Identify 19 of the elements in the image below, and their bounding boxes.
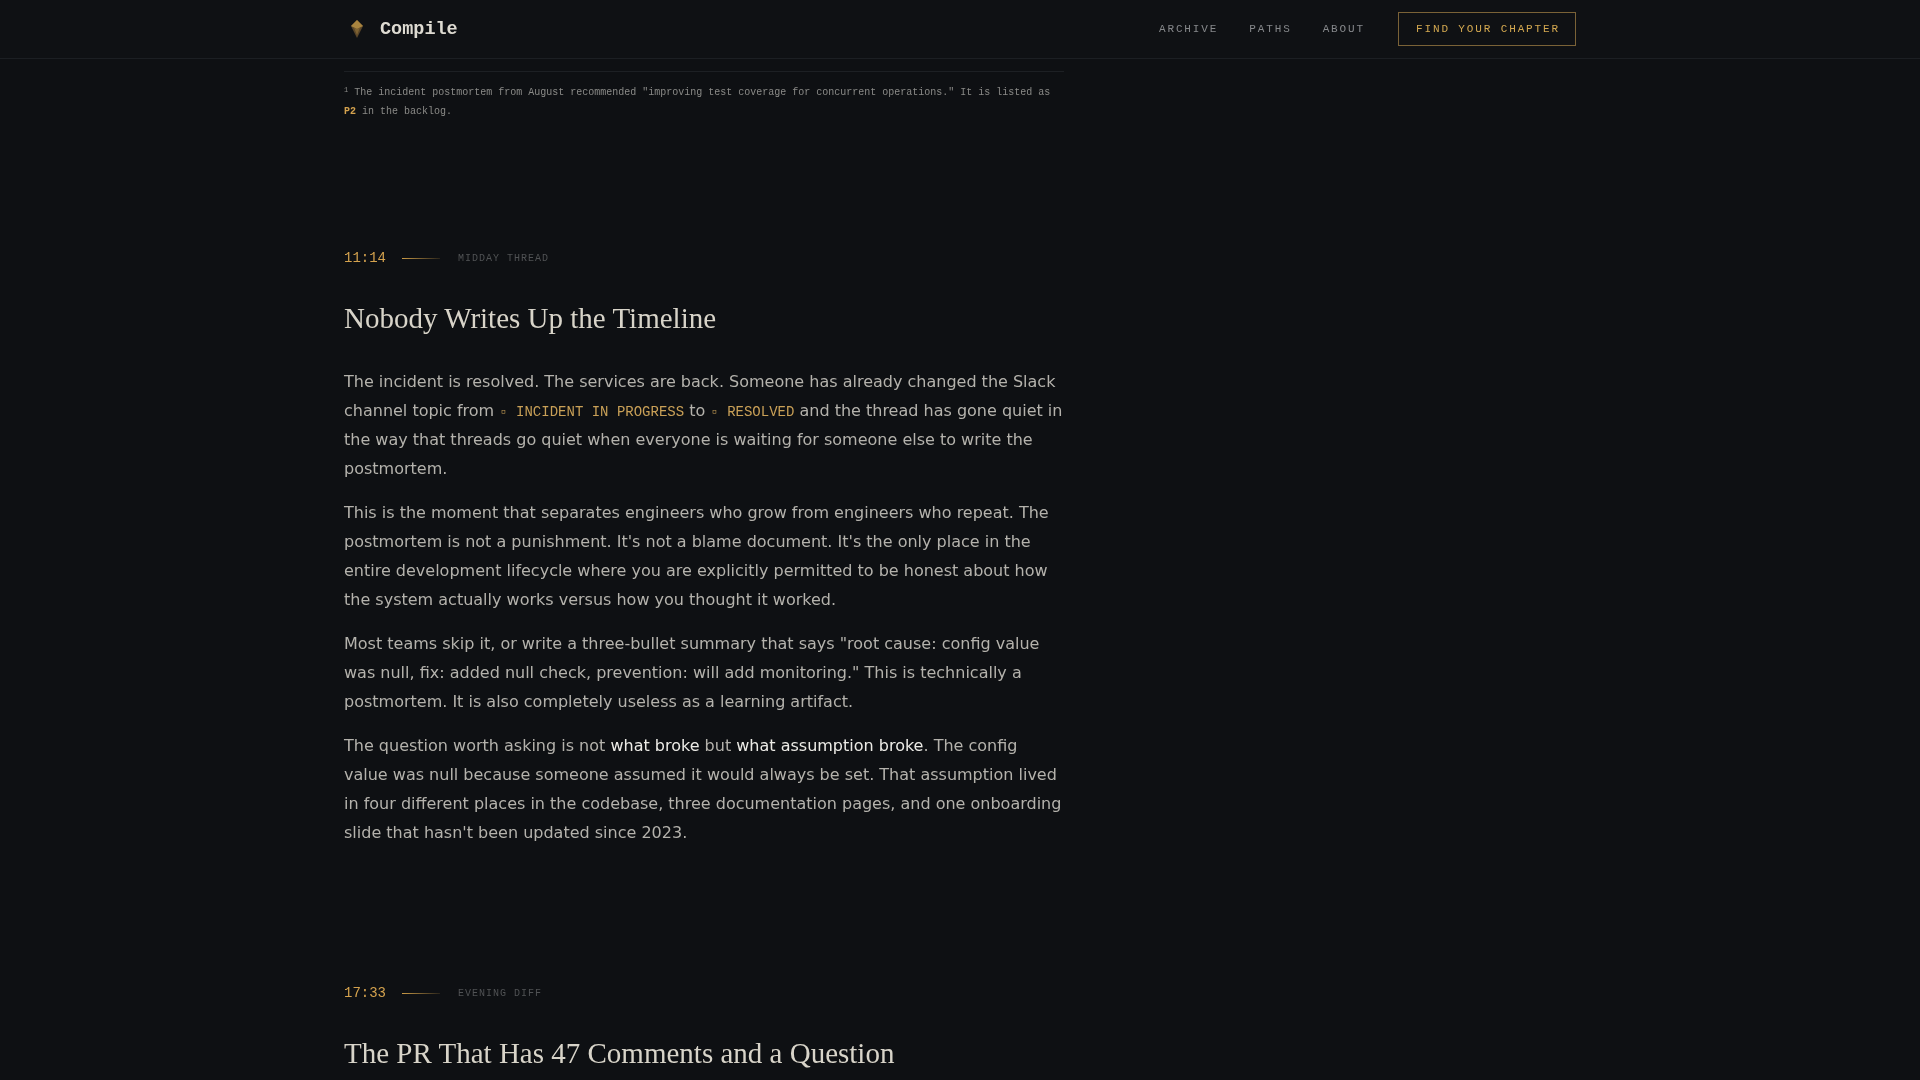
brand-name[interactable]: Compile bbox=[380, 18, 458, 40]
section-label: EVENING DIFF bbox=[458, 987, 543, 999]
body-paragraph: The question worth asking is not what broke but what assumption broke. The config value was null because someone assumed it would always be set. That assumption lived in four different places in the codebase, three documentation pages, and one onboarding slide that hasn't been updated since 2023. bbox=[344, 735, 1063, 844]
footnote: $^{1}$ The incident postmortem from August recommended "improving test coverage for concurrent operations." It is listed as P2 in the backlog. bbox=[344, 85, 1052, 119]
section-label: MIDDAY THREAD bbox=[458, 252, 550, 264]
gem-icon bbox=[351, 20, 363, 38]
timestamp: 17:33 bbox=[344, 985, 386, 1001]
accent-line bbox=[402, 257, 440, 259]
nav-link[interactable]: PATHS bbox=[1249, 23, 1292, 35]
section-title: Nobody Writes Up the Timeline bbox=[344, 303, 718, 333]
body-paragraph: Most teams skip it, or write a three-bullet summary that says "root cause: config value was null, fix: added null check, prevention: will add monitoring." This is technically a postmortem. It is also completely useless as a learning artifact. bbox=[344, 633, 1041, 713]
timestamp: 11:14 bbox=[344, 250, 386, 266]
nav-link[interactable]: ARCHIVE bbox=[1158, 23, 1219, 35]
section-title: The PR That Has 47 Comments and a Question bbox=[344, 1038, 896, 1068]
accent-line bbox=[402, 992, 440, 994]
body-paragraph: The incident is resolved. The services are back. Someone has already changed the Slack channel topic from ▫ INCIDENT IN PROGRESS to ▫ RESOLVED and the thread has gone quiet in the way that threads go quiet when everyone is waiting for someone else to write the postmortem. bbox=[344, 371, 1064, 480]
nav-link[interactable]: ABOUT bbox=[1322, 23, 1365, 35]
cta-button[interactable]: FIND YOUR CHAPTER bbox=[1398, 12, 1576, 46]
body-paragraph: This is the moment that separates engineers who grow from engineers who repeat. The postmortem is not a punishment. It's not a blame document. It's the only place in the entire development lifecycle where you are explicitly permitted to be honest about how the system actually works versus how you thought it worked. bbox=[344, 502, 1050, 611]
